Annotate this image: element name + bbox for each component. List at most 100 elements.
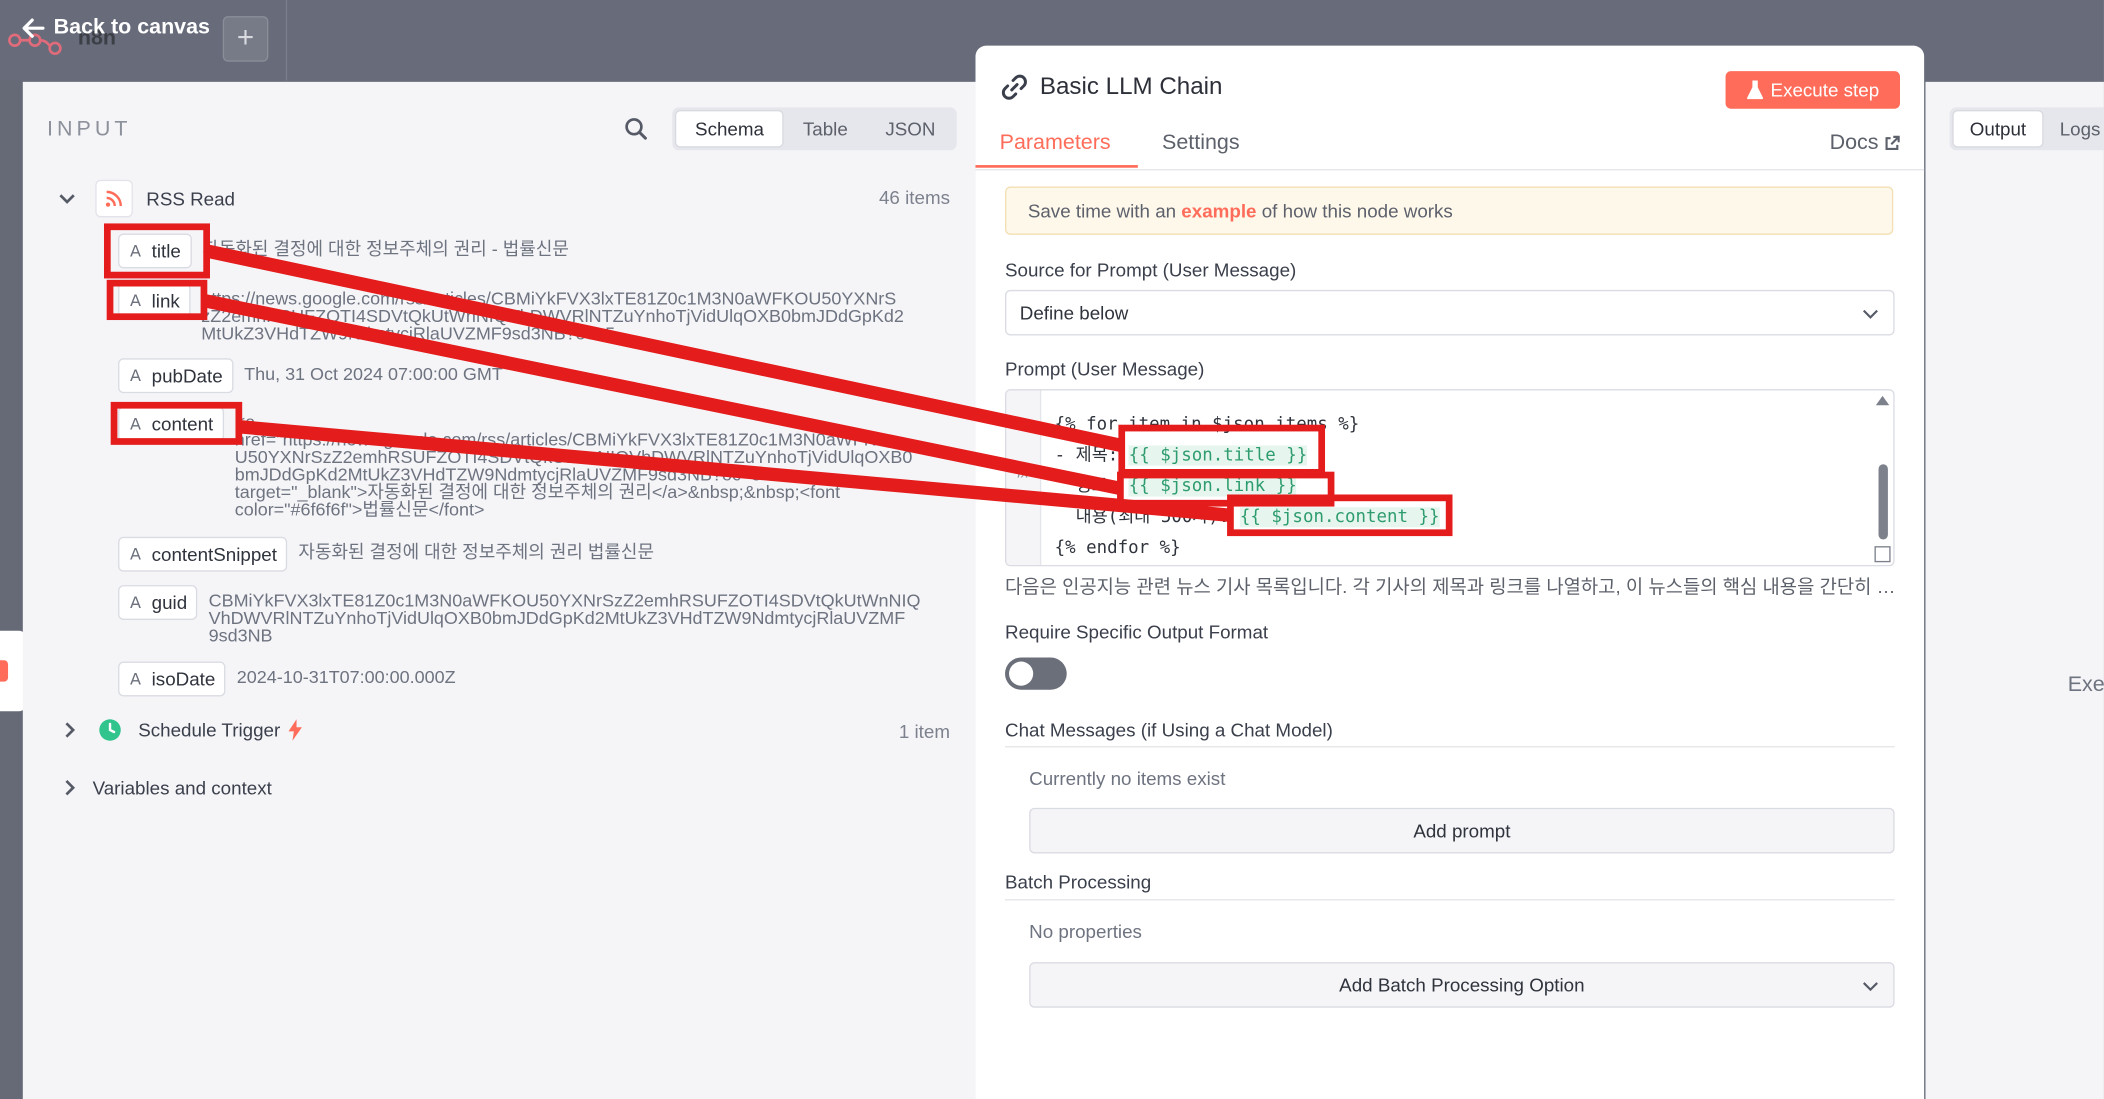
prompt-editor[interactable]: fx {% for item in $json.items %} - 제목: {…: [1005, 389, 1895, 567]
left-background: [0, 80, 23, 1099]
docs-label: Docs: [1829, 131, 1879, 155]
variables-context-row[interactable]: Variables and context: [60, 776, 272, 799]
schedule-trigger-node-row[interactable]: Schedule Trigger: [60, 713, 302, 748]
no-properties-text: No properties: [1029, 920, 1142, 943]
rss-read-node-row[interactable]: RSS Read: [58, 179, 235, 218]
scrollbar-thumb[interactable]: [1878, 464, 1888, 540]
expression-content[interactable]: {{ $json.content }}: [1239, 507, 1440, 528]
hint-prefix: Save time with an: [1027, 199, 1182, 222]
schema-field-title[interactable]: Atitle 자동화된 결정에 대한 정보주체의 권리 - 법률신문: [118, 233, 963, 269]
field-pill[interactable]: Acontent: [118, 406, 224, 442]
input-panel-title: INPUT: [46, 118, 132, 141]
example-hint-banner: Save time with an example of how this no…: [1005, 186, 1894, 235]
schema-field-isodate[interactable]: AisoDate 2024-10-31T07:00:00.000Z: [118, 661, 963, 697]
schema-field-pubdate[interactable]: ApubDate Thu, 31 Oct 2024 07:00:00 GMT: [118, 358, 963, 394]
field-value: Thu, 31 Oct 2024 07:00:00 GMT: [244, 363, 503, 384]
section-divider: [1005, 746, 1895, 748]
string-type-icon: A: [130, 241, 142, 261]
add-node-button[interactable]: +: [222, 16, 269, 62]
chevron-down-icon: [1863, 982, 1878, 992]
field-pill[interactable]: Aguid: [118, 585, 198, 620]
field-key: pubDate: [151, 364, 223, 387]
section-divider: [1005, 899, 1895, 901]
chevron-right-icon[interactable]: [60, 721, 79, 740]
tab-parameters[interactable]: Parameters: [1000, 132, 1111, 156]
string-type-icon: A: [130, 544, 142, 564]
code-line-2-prefix: - 제목:: [1054, 445, 1129, 466]
node-title[interactable]: Basic LLM Chain: [1040, 72, 1223, 100]
resize-handle-icon[interactable]: [1874, 546, 1891, 563]
hint-suffix: of how this node works: [1256, 199, 1453, 222]
add-batch-option-button[interactable]: Add Batch Processing Option: [1029, 962, 1895, 1008]
code-line-5: {% endfor %}: [1054, 538, 1181, 559]
arrow-left-icon: [22, 18, 45, 38]
active-tab-indicator: [975, 165, 1138, 168]
field-value: CBMiYkFVX3lxTE81Z0c1M3N0aWFKOU50YXNrSzZ2…: [208, 590, 921, 646]
require-format-toggle[interactable]: [1005, 657, 1067, 690]
chevron-down-icon[interactable]: [58, 189, 77, 208]
toggle-knob: [1009, 661, 1034, 686]
schema-field-link[interactable]: Alink https://news.google.com/rss/articl…: [118, 283, 963, 342]
expression-link[interactable]: {{ $json.link }}: [1128, 476, 1297, 497]
prompt-code[interactable]: {% for item in $json.items %} - 제목: {{ $…: [1055, 409, 1440, 563]
chevron-down-icon: [1863, 309, 1878, 319]
code-line-1: {% for item in $json.items %}: [1054, 414, 1360, 435]
tab-table[interactable]: Table: [784, 110, 866, 148]
field-key: content: [151, 413, 214, 435]
docs-link[interactable]: Docs: [1830, 132, 1900, 156]
require-format-label: Require Specific Output Format: [1005, 621, 1269, 643]
source-prompt-value: Define below: [1019, 301, 1129, 324]
field-value: https://news.google.com/rss/articles/CBM…: [201, 288, 904, 344]
chevron-right-icon[interactable]: [60, 778, 79, 797]
tab-schema[interactable]: Schema: [674, 110, 785, 148]
code-line-4-prefix: 내용(최대 500자):: [1054, 507, 1240, 528]
field-key: isoDate: [151, 668, 216, 690]
field-key: contentSnippet: [151, 543, 277, 565]
batch-processing-label: Batch Processing: [1005, 870, 1152, 893]
parameters-tabs: Parameters Settings Docs: [975, 126, 1925, 171]
field-value: 자동화된 결정에 대한 정보주체의 권리 - 법률신문: [202, 238, 569, 259]
execute-hint-text: Exe: [2067, 673, 2104, 697]
field-pill[interactable]: Alink: [118, 283, 191, 319]
flask-icon: [1746, 80, 1763, 100]
clock-icon: [93, 713, 128, 748]
string-type-icon: A: [130, 669, 142, 689]
example-link[interactable]: example: [1181, 200, 1256, 221]
string-type-icon: A: [130, 366, 142, 386]
tab-logs[interactable]: Logs: [2044, 110, 2104, 148]
field-pill[interactable]: ApubDate: [118, 358, 234, 394]
rss-icon: [95, 179, 133, 218]
prompt-label: Prompt (User Message): [1005, 358, 1205, 380]
variables-context-label: Variables and context: [92, 776, 272, 799]
tab-settings[interactable]: Settings: [1162, 132, 1240, 156]
schema-field-content[interactable]: Acontent <a href="https://news.google.co…: [118, 406, 963, 518]
schedule-item-count: 1 item: [898, 720, 950, 743]
tab-json[interactable]: JSON: [867, 110, 955, 148]
expression-title[interactable]: {{ $json.title }}: [1128, 445, 1308, 466]
source-prompt-select[interactable]: Define below: [1005, 289, 1895, 336]
external-link-icon: [1885, 135, 1900, 151]
output-view-switch: Output Logs: [1949, 107, 2104, 151]
execute-step-button[interactable]: Execute step: [1725, 71, 1900, 109]
prompt-preview: 다음은 인공지능 관련 뉴스 기사 목록입니다. 각 기사의 제목과 링크를 나…: [1005, 575, 1898, 598]
field-pill[interactable]: Atitle: [118, 233, 192, 269]
back-to-canvas-button[interactable]: Back to canvas: [21, 16, 210, 40]
divider: [285, 0, 288, 81]
input-view-switch: Schema Table JSON: [672, 107, 957, 151]
scroll-up-icon[interactable]: [1875, 395, 1890, 406]
field-value: 자동화된 결정에 대한 정보주체의 권리 법률신문: [298, 542, 655, 563]
schema-field-guid[interactable]: Aguid CBMiYkFVX3lxTE81Z0c1M3N0aWFKOU50YX…: [118, 585, 963, 644]
tab-output[interactable]: Output: [1952, 110, 2044, 148]
lightning-icon: [288, 719, 302, 741]
node-parameters-panel: Basic LLM Chain Execute step Parameters …: [975, 45, 1925, 1099]
chat-messages-label: Chat Messages (if Using a Chat Model): [1005, 719, 1333, 741]
add-prompt-button[interactable]: Add prompt: [1029, 807, 1895, 854]
field-pill[interactable]: AcontentSnippet: [118, 536, 288, 572]
schema-field-contentsnippet[interactable]: AcontentSnippet 자동화된 결정에 대한 정보주체의 권리 법률신…: [118, 536, 963, 572]
field-pill[interactable]: AisoDate: [118, 661, 227, 697]
search-icon[interactable]: [624, 117, 648, 141]
editor-scrollbar[interactable]: [1874, 395, 1890, 564]
no-items-text: Currently no items exist: [1029, 767, 1226, 790]
editor-gutter: fx: [1006, 390, 1042, 565]
input-panel: INPUT Schema Table JSON RSS Read 46 item…: [22, 81, 976, 1099]
